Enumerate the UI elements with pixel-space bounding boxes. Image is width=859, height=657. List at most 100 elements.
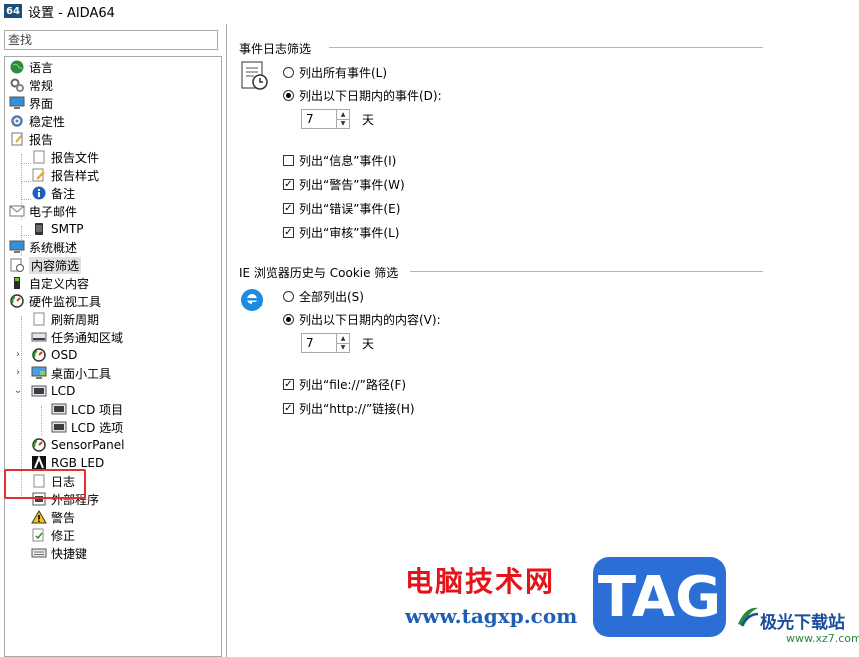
http-links-label: 列出“http://”链接(H) [299,402,415,416]
stepper-up-icon[interactable]: ▲ [337,110,349,120]
sidebar-item-warning[interactable]: 警告 [31,508,75,526]
highlight-box [4,469,86,499]
panel-divider [226,24,227,657]
sidebar-item-label: 自定义内容 [29,276,90,291]
event-log-icon [240,60,270,95]
warning-icon [31,509,47,525]
gears-icon [9,77,25,93]
radio-button[interactable] [283,291,294,302]
sidebar-item-osd[interactable]: OSD [31,346,77,364]
search-input[interactable] [4,30,218,50]
sidebar-item-label: 电子邮件 [29,204,78,219]
lcd-icon [31,383,47,399]
sidebar-item-language[interactable]: 语言 [9,58,53,76]
gauge-icon [31,347,47,363]
history-days-value[interactable]: 7 [301,333,337,353]
tree-guide [21,235,31,236]
radio-button[interactable] [283,90,294,101]
list-all-history-radio[interactable]: 全部列出(S) [283,288,364,305]
desktop-icon [31,365,47,381]
gauge-icon [31,437,47,453]
warning-events-checkbox[interactable]: ✓ 列出“警告”事件(W) [283,176,405,193]
file-paths-checkbox[interactable]: ✓ 列出“file://”路径(F) [283,376,406,393]
checkbox[interactable]: ✓ [283,379,294,390]
http-links-checkbox[interactable]: ✓ 列出“http://”链接(H) [283,400,415,417]
sidebar-item-custom-content[interactable]: 自定义内容 [9,274,89,292]
event-log-filter-title: 事件日志筛选 [239,42,312,56]
stepper-up-icon[interactable]: ▲ [337,334,349,344]
list-recent-events-radio[interactable]: 列出以下日期内的事件(D): [283,87,442,104]
expand-chevron-icon[interactable]: › [13,349,23,360]
sidebar-item-lcd-items[interactable]: LCD 项目 [51,400,123,418]
event-days-stepper[interactable]: 7 ▲ ▼ 天 [301,109,374,129]
sidebar-item-label: 系统概述 [29,240,78,255]
sidebar-item-desktop-gadget[interactable]: 桌面小工具 [31,364,111,382]
checkbox[interactable]: ✓ [283,227,294,238]
sidebar-item-report[interactable]: 报告 [9,130,53,148]
usb-icon [9,275,25,291]
edge-browser-icon [240,286,266,317]
settings-tree[interactable]: 语言 常规 界面 稳定性 报告 报告文件 报告样式 备注 电子邮件 SMTP 系… [4,56,222,657]
pencil-file-icon [31,167,47,183]
expand-chevron-icon[interactable]: › [13,367,23,378]
event-days-unit: 天 [362,112,375,127]
stepper-down-icon[interactable]: ▼ [337,120,349,129]
sidebar-item-notes[interactable]: 备注 [31,184,75,202]
sidebar-item-label: 界面 [29,96,54,111]
info-events-checkbox[interactable]: 列出“信息”事件(I) [283,152,396,169]
event-days-value[interactable]: 7 [301,109,337,129]
checkbox[interactable] [283,155,294,166]
stepper-down-icon[interactable]: ▼ [337,344,349,353]
sidebar-item-content-filter[interactable]: 内容筛选 [9,256,82,274]
collapse-chevron-icon[interactable]: ⌄ [13,385,23,396]
gear-icon [9,113,25,129]
list-recent-history-radio[interactable]: 列出以下日期内的内容(V): [283,311,441,328]
taskbar-icon [31,329,47,345]
checkbox[interactable]: ✓ [283,403,294,414]
watermark-tag-logo: TAG [593,557,726,637]
sidebar-item-email[interactable]: 电子邮件 [9,202,77,220]
sidebar-item-stability[interactable]: 稳定性 [9,112,65,130]
sidebar-item-refresh-rate[interactable]: 刷新周期 [31,310,99,328]
info-events-label: 列出“信息”事件(I) [299,154,397,168]
sidebar-item-lcd[interactable]: LCD [31,382,75,400]
sidebar-item-smtp[interactable]: SMTP [31,220,84,238]
sidebar-item-label: 备注 [51,186,76,201]
globe-icon [9,59,25,75]
list-all-events-label: 列出所有事件(L) [299,66,388,80]
radio-button[interactable] [283,314,294,325]
sidebar-item-interface[interactable]: 界面 [9,94,53,112]
sidebar-item-notification-area[interactable]: 任务通知区域 [31,328,123,346]
history-days-stepper[interactable]: 7 ▲ ▼ 天 [301,333,374,353]
sidebar-item-report-file[interactable]: 报告文件 [31,148,99,166]
sidebar-item-system-overview[interactable]: 系统概述 [9,238,77,256]
sidebar-item-label: 任务通知区域 [51,330,124,345]
error-events-checkbox[interactable]: ✓ 列出“错误”事件(E) [283,200,400,217]
report-icon [9,131,25,147]
title-bar: 64 设置 - AIDA64 [0,0,859,22]
sidebar-item-label: 常规 [29,78,54,93]
group-divider [329,47,763,48]
sidebar-item-hotkeys[interactable]: 快捷键 [31,544,87,562]
stepper-buttons[interactable]: ▲ ▼ [337,109,350,129]
envelope-icon [9,203,25,219]
sidebar-item-hardware-monitor[interactable]: 硬件监视工具 [9,292,101,310]
sidebar-item-sensorpanel[interactable]: SensorPanel [31,436,125,454]
sidebar-item-report-style[interactable]: 报告样式 [31,166,99,184]
list-all-events-radio[interactable]: 列出所有事件(L) [283,64,387,81]
sidebar-item-general[interactable]: 常规 [9,76,53,94]
stepper-buttons[interactable]: ▲ ▼ [337,333,350,353]
warning-events-label: 列出“警告”事件(W) [299,178,405,192]
sidebar-item-correction[interactable]: 修正 [31,526,75,544]
audit-events-checkbox[interactable]: ✓ 列出“审核”事件(L) [283,224,399,241]
sidebar-item-label: 稳定性 [29,114,66,129]
checkbox[interactable]: ✓ [283,203,294,214]
sidebar-item-lcd-options[interactable]: LCD 选项 [51,418,123,436]
sidebar-item-label: OSD [51,348,78,362]
sidebar-item-label: 修正 [51,528,76,543]
radio-button[interactable] [283,67,294,78]
sidebar-item-label: RGB LED [51,456,105,470]
checkbox[interactable]: ✓ [283,179,294,190]
history-days-unit: 天 [362,336,375,351]
lcd-icon [51,401,67,417]
